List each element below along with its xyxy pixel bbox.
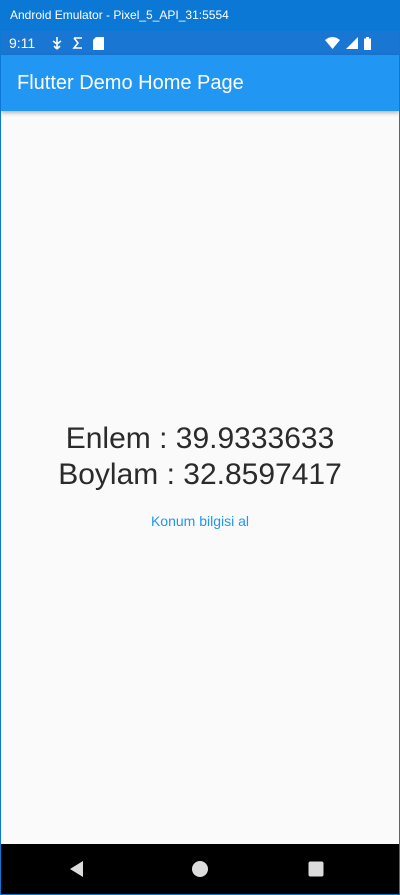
- longitude-text: Boylam : 32.8597417: [58, 457, 342, 491]
- navigation-bar: [1, 844, 399, 894]
- status-icons-right: [325, 36, 371, 50]
- sd-card-icon: [93, 36, 104, 50]
- emulator-window: Android Emulator - Pixel_5_API_31:5554 9…: [0, 0, 400, 895]
- main-content: Enlem : 39.9333633 Boylam : 32.8597417 K…: [1, 111, 399, 844]
- wifi-icon: [325, 37, 340, 49]
- window-title: Android Emulator - Pixel_5_API_31:5554: [10, 8, 229, 22]
- home-icon[interactable]: [190, 859, 210, 879]
- status-icons-left: [51, 36, 104, 50]
- recents-icon[interactable]: [306, 859, 326, 879]
- app-bar: Flutter Demo Home Page: [1, 55, 399, 111]
- app-bar-title: Flutter Demo Home Page: [17, 72, 244, 94]
- get-location-button[interactable]: Konum bilgisi al: [141, 507, 259, 535]
- status-bar: 9:11: [1, 31, 399, 55]
- device-screen: 9:11 Flutter Demo Home Page Enlem: 39.9…: [1, 31, 399, 894]
- battery-icon: [364, 36, 371, 50]
- emulator-title-bar[interactable]: Android Emulator - Pixel_5_API_31:5554: [0, 0, 400, 31]
- status-time: 9:11: [9, 35, 36, 51]
- back-icon[interactable]: [67, 859, 87, 879]
- latitude-text: Enlem : 39.9333633: [65, 421, 335, 455]
- sync-icon: [72, 37, 82, 49]
- usb-debug-icon: [52, 37, 62, 50]
- signal-icon: [346, 37, 358, 49]
